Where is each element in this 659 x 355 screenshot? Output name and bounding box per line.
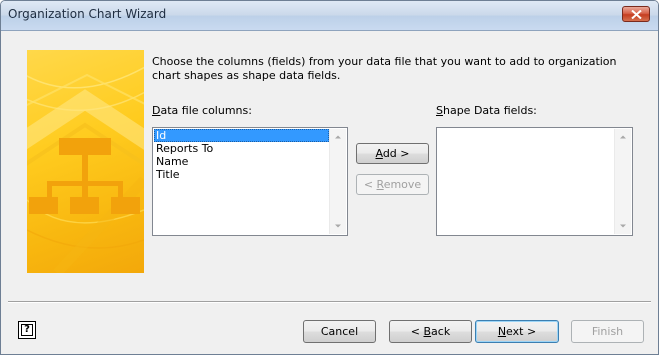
remove-button-prefix: < — [363, 178, 377, 191]
next-button[interactable]: Next > — [475, 320, 559, 343]
scroll-up-button[interactable] — [615, 129, 631, 145]
list-item-reports-to[interactable]: Reports To — [154, 142, 329, 155]
scroll-down-icon — [335, 224, 341, 228]
org-chart-banner — [27, 50, 144, 273]
instruction-text: Choose the columns (fields) from your da… — [152, 55, 617, 82]
list-item-title[interactable]: Title — [154, 168, 329, 181]
help-icon: ? — [21, 324, 33, 336]
list-item-id[interactable]: Id — [154, 129, 329, 142]
title-bar: Organization Chart Wizard — [1, 1, 658, 31]
add-button[interactable]: Add > — [356, 143, 429, 164]
close-icon — [631, 10, 642, 19]
shape-data-fields-scrollbar[interactable] — [614, 129, 631, 234]
scroll-up-icon — [620, 135, 626, 139]
data-file-columns-scrollbar[interactable] — [329, 129, 346, 234]
shape-data-fields-list[interactable] — [436, 127, 633, 236]
back-button[interactable]: < Back — [389, 320, 472, 343]
add-button-label: dd > — [382, 147, 410, 160]
data-file-columns-label-text: ata file columns: — [160, 104, 252, 117]
shape-data-fields-label-text: hape Data fields: — [442, 104, 537, 117]
shape-data-fields-hotkey: S — [436, 104, 443, 117]
scroll-up-button[interactable] — [330, 129, 346, 145]
footer-separator — [8, 301, 651, 303]
finish-button[interactable]: Finish — [571, 320, 644, 343]
scroll-down-button[interactable] — [330, 218, 346, 234]
wizard-window: Organization Chart Wizard Choose the col… — [0, 0, 659, 355]
scroll-down-icon — [620, 224, 626, 228]
data-file-columns-label: Data file columns: — [152, 104, 252, 117]
add-button-hotkey: A — [375, 147, 383, 160]
remove-button-label: emove — [383, 178, 422, 191]
next-button-label: ext > — [506, 325, 537, 338]
remove-button[interactable]: < Remove — [356, 174, 429, 195]
scroll-down-button[interactable] — [615, 218, 631, 234]
back-button-hotkey: B — [423, 325, 432, 338]
close-button[interactable] — [622, 6, 650, 22]
shape-data-fields-label: Shape Data fields: — [436, 104, 537, 117]
scroll-up-icon — [335, 135, 341, 139]
help-button[interactable]: ? — [18, 321, 36, 339]
cancel-button[interactable]: Cancel — [303, 320, 376, 343]
remove-button-hotkey: R — [376, 178, 384, 191]
list-item-name[interactable]: Name — [154, 155, 329, 168]
back-button-label: ack — [431, 325, 451, 338]
back-button-prefix: < — [410, 325, 424, 338]
window-title: Organization Chart Wizard — [8, 7, 167, 21]
next-button-hotkey: N — [497, 325, 507, 338]
data-file-columns-list[interactable]: Id Reports To Name Title — [152, 127, 348, 236]
wizard-body: Choose the columns (fields) from your da… — [1, 31, 658, 354]
